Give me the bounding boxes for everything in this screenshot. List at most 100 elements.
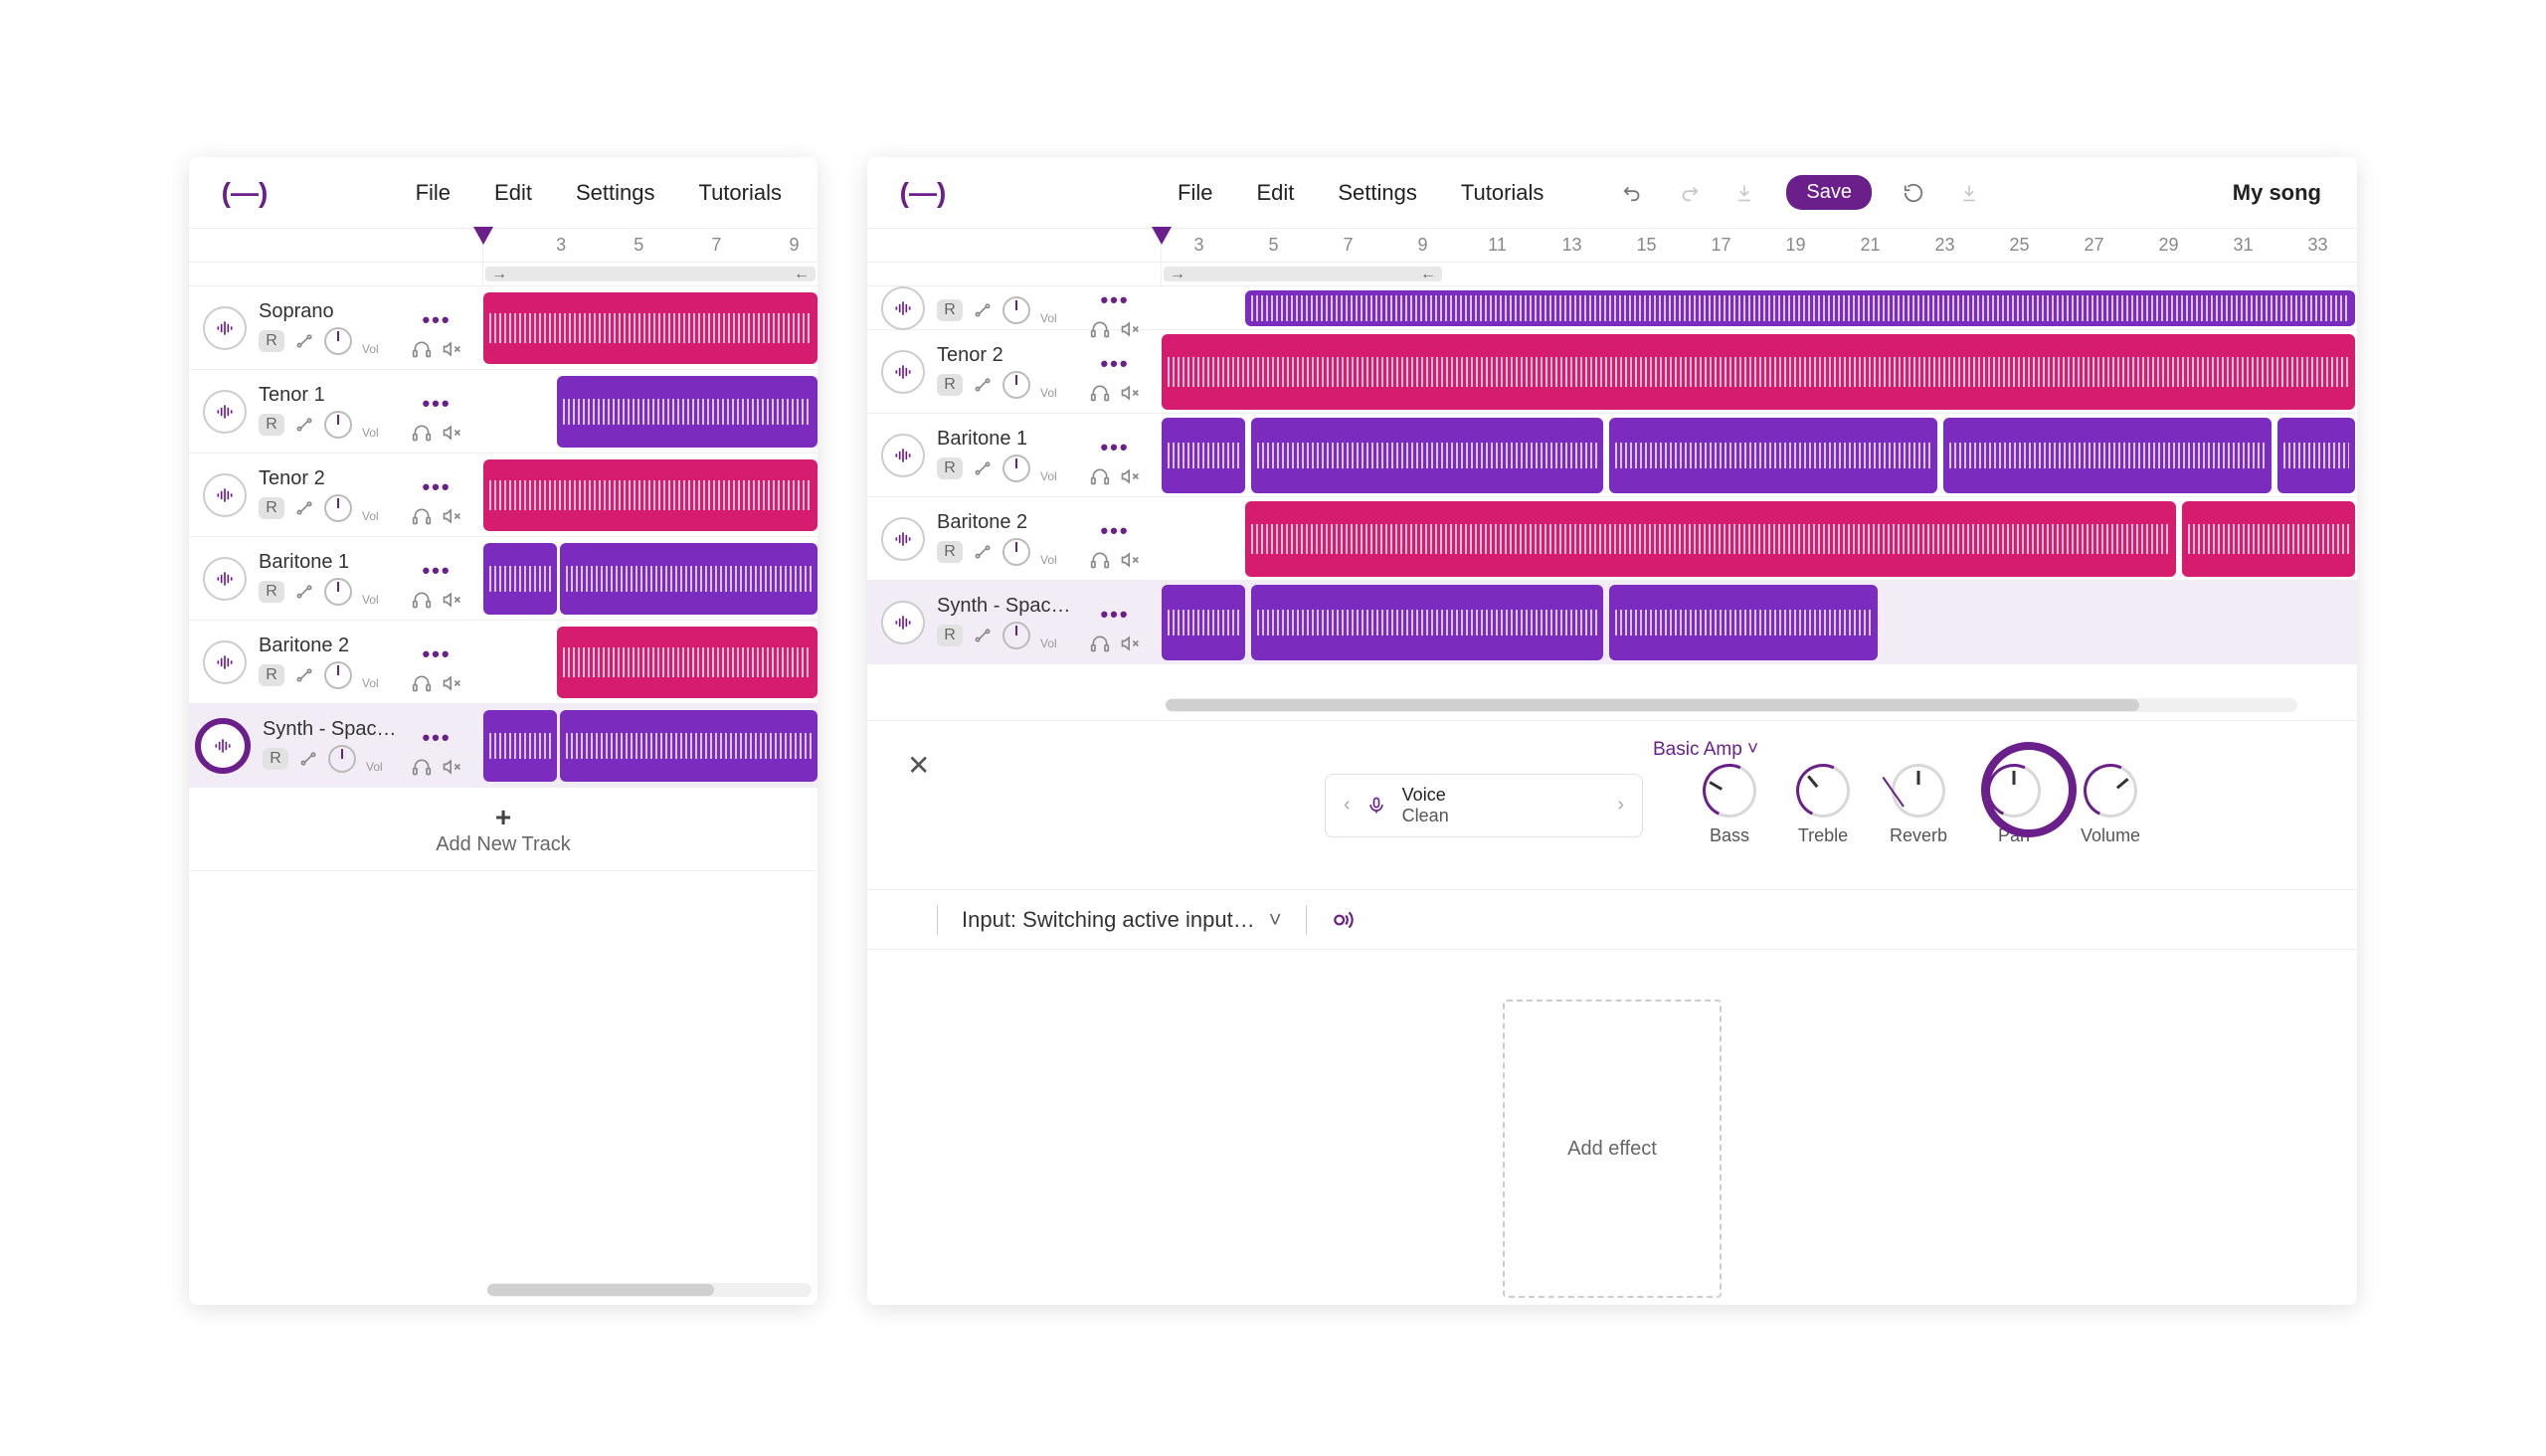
menu-edit[interactable]: Edit — [494, 180, 532, 206]
headphones-icon[interactable] — [412, 590, 432, 610]
add-effect-slot[interactable]: Add effect — [1503, 1000, 1722, 1298]
more-icon[interactable]: ••• — [1100, 287, 1129, 313]
zoom-left-arrow-icon[interactable]: → — [1170, 266, 1185, 283]
mute-icon[interactable] — [442, 423, 461, 443]
knob-dial[interactable] — [1892, 764, 1945, 818]
menu-settings[interactable]: Settings — [1338, 180, 1417, 206]
chevron-down-icon[interactable]: ˅ — [1269, 907, 1282, 933]
volume-knob[interactable] — [324, 327, 352, 355]
headphones-icon[interactable] — [1090, 466, 1110, 486]
automation-icon[interactable] — [294, 331, 314, 351]
mute-icon[interactable] — [1120, 466, 1140, 486]
more-icon[interactable]: ••• — [422, 641, 451, 667]
audio-clip[interactable] — [1943, 418, 2272, 493]
audio-clip[interactable] — [1162, 334, 2355, 410]
volume-knob[interactable] — [324, 411, 352, 439]
record-arm-button[interactable]: R — [259, 664, 284, 686]
automation-icon[interactable] — [973, 375, 993, 395]
waveform-icon[interactable] — [881, 517, 925, 561]
record-arm-button[interactable]: R — [937, 625, 963, 646]
audio-clip[interactable] — [1162, 585, 1245, 660]
menu-edit[interactable]: Edit — [1256, 180, 1294, 206]
record-arm-button[interactable]: R — [259, 497, 284, 519]
mute-icon[interactable] — [442, 757, 461, 777]
more-icon[interactable]: ••• — [422, 474, 451, 500]
more-icon[interactable]: ••• — [1100, 518, 1129, 544]
headphones-icon[interactable] — [1090, 383, 1110, 403]
automation-icon[interactable] — [294, 582, 314, 602]
headphones-icon[interactable] — [412, 423, 432, 443]
knob-volume[interactable]: Volume — [2081, 764, 2140, 846]
waveform-icon[interactable] — [881, 601, 925, 644]
audio-clip[interactable] — [1245, 501, 2176, 577]
headphones-icon[interactable] — [412, 757, 432, 777]
export-icon[interactable] — [1955, 179, 1983, 207]
knob-dial[interactable] — [1987, 764, 2041, 818]
more-icon[interactable]: ••• — [422, 307, 451, 333]
volume-knob[interactable] — [1002, 371, 1030, 399]
headphones-icon[interactable] — [412, 673, 432, 693]
mute-icon[interactable] — [1120, 383, 1140, 403]
menu-file[interactable]: File — [416, 180, 451, 206]
mute-icon[interactable] — [442, 590, 461, 610]
automation-icon[interactable] — [298, 749, 318, 769]
record-arm-button[interactable]: R — [263, 748, 288, 770]
mute-icon[interactable] — [442, 673, 461, 693]
audio-clip[interactable] — [2277, 418, 2355, 493]
more-icon[interactable]: ••• — [1100, 351, 1129, 377]
automation-icon[interactable] — [294, 665, 314, 685]
mute-icon[interactable] — [442, 339, 461, 359]
record-arm-button[interactable]: R — [259, 581, 284, 603]
waveform-icon[interactable] — [881, 434, 925, 477]
scrollbar-thumb[interactable] — [487, 1284, 714, 1296]
horizontal-scrollbar[interactable] — [1166, 698, 2297, 712]
more-icon[interactable]: ••• — [422, 391, 451, 417]
more-icon[interactable]: ••• — [422, 725, 451, 751]
more-icon[interactable]: ••• — [1100, 602, 1129, 628]
redo-icon[interactable] — [1675, 179, 1703, 207]
headphones-icon[interactable] — [412, 506, 432, 526]
audio-clip[interactable] — [483, 292, 818, 364]
record-arm-button[interactable]: R — [937, 299, 963, 321]
menu-tutorials[interactable]: Tutorials — [698, 180, 782, 206]
menu-tutorials[interactable]: Tutorials — [1461, 180, 1545, 206]
audio-clip[interactable] — [560, 543, 818, 615]
knob-bass[interactable]: Bass — [1703, 764, 1756, 846]
refresh-icon[interactable] — [1900, 179, 1927, 207]
knob-reverb[interactable]: Reverb — [1890, 764, 1947, 846]
audio-clip[interactable] — [1245, 290, 2355, 326]
volume-knob[interactable] — [1002, 455, 1030, 482]
waveform-icon[interactable] — [881, 350, 925, 394]
knob-treble[interactable]: Treble — [1796, 764, 1850, 846]
headphones-icon[interactable] — [1090, 634, 1110, 653]
knob-pan[interactable]: Pan — [1987, 764, 2041, 846]
volume-knob[interactable] — [324, 661, 352, 689]
timeline-ruler[interactable]: 3579 — [483, 229, 818, 262]
timeline-ruler[interactable]: 3579111315171921232527293133 — [1162, 229, 2357, 262]
record-arm-button[interactable]: R — [259, 414, 284, 436]
audio-clip[interactable] — [1609, 585, 1878, 660]
audio-clip[interactable] — [1251, 418, 1603, 493]
record-arm-button[interactable]: R — [937, 541, 963, 563]
automation-icon[interactable] — [973, 626, 993, 645]
more-icon[interactable]: ••• — [422, 558, 451, 584]
knob-dial[interactable] — [1796, 764, 1850, 818]
close-icon[interactable]: ✕ — [907, 749, 930, 782]
volume-knob[interactable] — [1002, 296, 1030, 324]
waveform-icon[interactable] — [203, 640, 247, 684]
audio-clip[interactable] — [1162, 418, 1245, 493]
audio-clip[interactable] — [557, 627, 818, 698]
record-arm-button[interactable]: R — [937, 457, 963, 479]
zoom-track[interactable]: → ← — [1164, 267, 1442, 281]
automation-icon[interactable] — [294, 415, 314, 435]
amp-selector[interactable]: Basic Amp ˅ — [1653, 739, 1758, 761]
automation-icon[interactable] — [973, 458, 993, 478]
knob-dial[interactable] — [1703, 764, 1756, 818]
horizontal-scrollbar[interactable] — [487, 1283, 812, 1297]
zoom-left-arrow-icon[interactable]: → — [491, 266, 507, 283]
volume-knob[interactable] — [328, 745, 356, 773]
waveform-icon[interactable] — [203, 557, 247, 601]
mute-icon[interactable] — [442, 506, 461, 526]
undo-icon[interactable] — [1619, 179, 1647, 207]
audio-clip[interactable] — [1609, 418, 1937, 493]
